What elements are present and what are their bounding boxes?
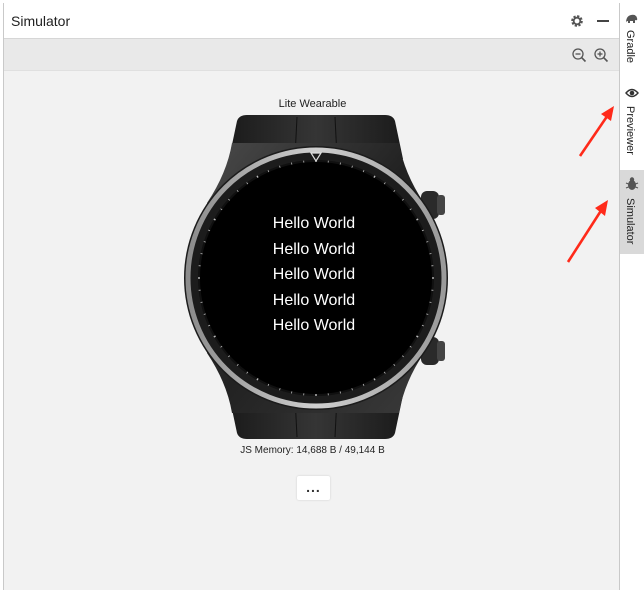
watch-screen-text: Hello World Hello World Hello World Hell… [249, 211, 379, 339]
tab-simulator[interactable]: Simulator [620, 170, 644, 254]
panel-title-bar: Simulator [4, 3, 619, 39]
zoom-toolbar [4, 39, 619, 71]
bug-icon [625, 177, 639, 190]
tab-label: Simulator [624, 198, 636, 245]
tab-gradle[interactable]: Gradle [620, 8, 644, 70]
zoom-in-icon[interactable] [593, 47, 609, 63]
simulator-panel: Simulator Lite Wearable Hello World Hell… [3, 3, 620, 590]
tab-label: Gradle [624, 30, 636, 64]
annotation-arrow-icon [578, 106, 614, 157]
minimize-icon[interactable] [595, 13, 611, 29]
screen-text-line: Hello World [272, 215, 356, 232]
screen-text-line: Hello World [272, 291, 356, 309]
js-memory-label: JS Memory: 14,688 B / 49,144 B [240, 445, 385, 456]
tab-previewer[interactable]: Previewer [620, 82, 644, 162]
screen-text-line: Hello World [272, 266, 356, 284]
panel-title: Simulator [11, 13, 71, 29]
tab-label: Previewer [624, 106, 636, 155]
zoom-out-icon[interactable] [571, 47, 587, 63]
annotation-arrow-icon [566, 200, 608, 263]
gear-icon[interactable] [569, 13, 585, 29]
tool-window-strip: Gradle Previewer Simulator [620, 0, 644, 590]
eye-icon [625, 88, 639, 98]
screen-text-line: Hello World [272, 240, 356, 258]
screen-text-line: Hello World [272, 317, 356, 335]
more-options-button[interactable]: ... [297, 476, 330, 500]
elephant-icon [626, 14, 638, 23]
device-name-label: Lite Wearable [278, 98, 347, 110]
